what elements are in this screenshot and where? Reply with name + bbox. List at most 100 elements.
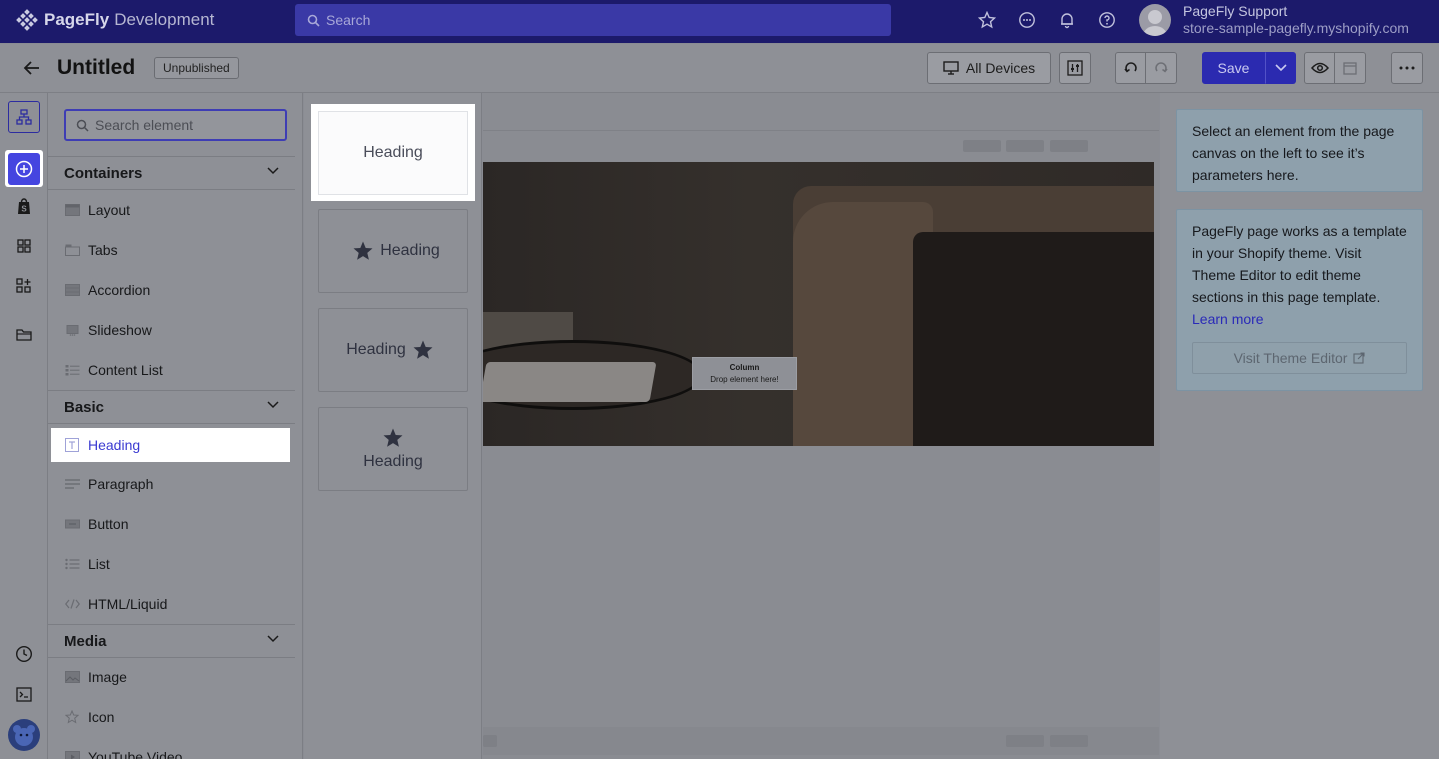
star-icon	[413, 340, 433, 359]
visit-theme-editor-button[interactable]: Visit Theme Editor	[1192, 342, 1407, 374]
search-icon	[307, 14, 320, 27]
element-library-panel: Search element Containers Layout Tabs Ac…	[48, 93, 303, 759]
undo-icon	[1123, 62, 1137, 73]
user-avatar	[1139, 4, 1171, 36]
placeholder-pill	[483, 735, 497, 747]
element-search-input[interactable]: Search element	[64, 109, 287, 141]
eye-icon	[1310, 62, 1329, 74]
element-item-paragraph[interactable]: Paragraph	[64, 467, 153, 501]
section-basic[interactable]: Basic	[48, 390, 295, 424]
folder-icon[interactable]	[8, 319, 40, 351]
section-title: Basic	[64, 398, 105, 416]
app-logo[interactable]: PageFly Development	[16, 9, 214, 31]
chevron-down-icon	[267, 401, 279, 409]
column-drop-zone[interactable]: Column Drop element here!	[692, 357, 797, 390]
element-item-youtube-video[interactable]: YouTube Video	[64, 740, 182, 759]
shopify-icon[interactable]: S	[8, 190, 40, 222]
drop-zone-title: Column	[729, 363, 760, 372]
list-icon	[64, 557, 80, 571]
element-item-accordion[interactable]: Accordion	[64, 273, 150, 307]
user-menu[interactable]: PageFly Support store-sample-pagefly.mys…	[1139, 3, 1409, 37]
all-devices-button[interactable]: All Devices	[927, 52, 1051, 84]
element-item-layout[interactable]: Layout	[64, 193, 130, 227]
ellipsis-icon	[1399, 66, 1415, 70]
brand-name: PageFly	[44, 10, 110, 29]
variant-label: Heading	[380, 242, 440, 259]
save-button[interactable]: Save	[1202, 52, 1265, 84]
mascot-avatar[interactable]	[8, 719, 40, 751]
element-item-heading[interactable]: Heading	[64, 428, 140, 462]
apps-icon[interactable]	[8, 270, 40, 302]
desktop-icon	[943, 61, 959, 75]
section-title: Media	[64, 632, 107, 650]
variant-label: Heading	[363, 453, 423, 470]
button-icon	[64, 517, 80, 531]
redo-button[interactable]	[1146, 52, 1177, 84]
chevron-down-icon	[1274, 64, 1287, 72]
redo-icon	[1155, 62, 1168, 73]
placeholder-pill	[1006, 140, 1044, 152]
heading-icon	[64, 438, 80, 452]
save-options-button[interactable]	[1265, 52, 1296, 84]
element-item-icon[interactable]: Icon	[64, 700, 114, 734]
chevron-down-icon	[267, 635, 279, 643]
image-icon	[64, 670, 80, 684]
all-devices-label: All Devices	[965, 60, 1036, 76]
add-element-button[interactable]	[5, 150, 43, 187]
history-icon[interactable]	[8, 638, 40, 670]
publish-button[interactable]	[1335, 52, 1366, 84]
heading-variant-plain[interactable]: Heading	[311, 104, 475, 201]
element-item-html-liquid[interactable]: HTML/Liquid	[64, 587, 167, 621]
publish-icon	[1343, 62, 1357, 75]
user-store: store-sample-pagefly.myshopify.com	[1183, 20, 1409, 36]
page-title[interactable]: Untitled	[57, 56, 135, 80]
element-item-label: Paragraph	[88, 476, 154, 492]
heading-variant-icon-right[interactable]: Heading	[318, 308, 468, 392]
code-icon	[64, 597, 80, 611]
heading-variant-icon-left[interactable]: Heading	[318, 209, 468, 293]
section-containers[interactable]: Containers	[48, 156, 295, 190]
placeholder-pill	[1050, 140, 1088, 152]
star-icon[interactable]	[977, 10, 997, 30]
back-arrow-icon[interactable]	[22, 58, 42, 83]
editor-toolbar: Untitled Unpublished All Devices Save	[0, 44, 1439, 93]
element-item-list[interactable]: List	[64, 547, 110, 581]
hero-image[interactable]: Column Drop element here!	[483, 162, 1154, 446]
element-item-button[interactable]: Button	[64, 507, 128, 541]
section-media[interactable]: Media	[48, 624, 295, 658]
preview-button[interactable]	[1304, 52, 1335, 84]
heading-variant-icon-top[interactable]: Heading	[318, 407, 468, 491]
star-icon	[383, 428, 403, 447]
placeholder-pill	[1050, 735, 1088, 747]
element-item-label: Content List	[88, 362, 163, 378]
element-item-tabs[interactable]: Tabs	[64, 233, 118, 267]
help-icon[interactable]	[1097, 10, 1117, 30]
section-title: Containers	[64, 164, 143, 182]
star-icon	[353, 241, 373, 260]
bell-icon[interactable]	[1057, 10, 1077, 30]
grid-icon[interactable]	[8, 230, 40, 262]
element-item-content-list[interactable]: Content List	[64, 353, 163, 387]
tabs-icon	[64, 243, 80, 257]
environment-label: Development	[114, 10, 215, 29]
star-outline-icon	[64, 710, 80, 724]
page-canvas[interactable]: Column Drop element here!	[483, 93, 1159, 759]
content-list-icon	[64, 363, 80, 377]
status-badge: Unpublished	[154, 57, 239, 79]
element-item-image[interactable]: Image	[64, 660, 127, 694]
chat-icon[interactable]	[1017, 10, 1037, 30]
settings-adjust-button[interactable]	[1059, 52, 1091, 84]
pagefly-logo-icon	[16, 9, 38, 31]
more-options-button[interactable]	[1391, 52, 1423, 84]
element-item-label: Tabs	[88, 242, 118, 258]
svg-text:S: S	[21, 205, 27, 214]
learn-more-link[interactable]: Learn more	[1192, 308, 1407, 330]
undo-button[interactable]	[1115, 52, 1146, 84]
drop-zone-hint: Drop element here!	[710, 375, 779, 384]
element-item-slideshow[interactable]: Slideshow	[64, 313, 152, 347]
code-terminal-icon[interactable]	[8, 678, 40, 710]
global-search-input[interactable]: Search	[295, 4, 891, 36]
page-outline-icon[interactable]	[8, 101, 40, 133]
element-item-label: YouTube Video	[88, 749, 183, 759]
element-item-label: Heading	[88, 437, 141, 453]
